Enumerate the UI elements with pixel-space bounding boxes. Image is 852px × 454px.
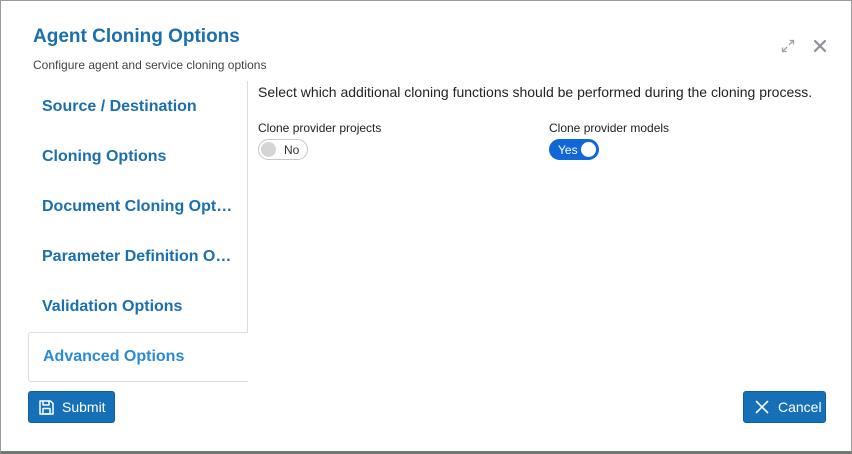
toggle-value: No xyxy=(284,143,300,157)
x-icon xyxy=(753,398,771,416)
clone-provider-models-toggle[interactable]: Yes xyxy=(549,139,599,160)
sidebar-item-label: Advanced Options xyxy=(43,348,185,365)
submit-label: Submit xyxy=(62,399,106,415)
sidebar-item-label: Cloning Options xyxy=(42,148,167,165)
submit-button[interactable]: Submit xyxy=(28,391,115,423)
sidebar-item-advanced-options[interactable]: Advanced Options xyxy=(28,332,249,382)
dialog-title: Agent Cloning Options xyxy=(33,26,240,47)
clone-provider-models-label: Clone provider models xyxy=(549,121,670,135)
panel-description: Select which additional cloning function… xyxy=(258,84,813,100)
save-icon xyxy=(37,398,55,416)
dialog-subtitle: Configure agent and service cloning opti… xyxy=(33,58,267,72)
advanced-options-panel: Select which additional cloning function… xyxy=(258,81,838,381)
sidebar-item-validation-options[interactable]: Validation Options xyxy=(28,282,248,332)
cancel-button[interactable]: Cancel xyxy=(743,391,826,423)
sidebar-item-label: Document Cloning Options xyxy=(42,198,234,215)
close-icon[interactable] xyxy=(810,36,830,56)
sidebar-item-label: Validation Options xyxy=(42,298,183,315)
clone-provider-projects-toggle[interactable]: No xyxy=(258,139,308,160)
cancel-label: Cancel xyxy=(778,399,822,415)
sidebar-item-cloning-options[interactable]: Cloning Options xyxy=(28,132,248,182)
toggle-knob xyxy=(261,142,276,157)
sidebar-item-label: Source / Destination xyxy=(42,98,197,115)
expand-icon[interactable] xyxy=(778,36,798,56)
sidebar-nav: Source / Destination Cloning Options Doc… xyxy=(28,81,249,382)
clone-provider-projects-label: Clone provider projects xyxy=(258,121,382,135)
sidebar-item-document-cloning-options[interactable]: Document Cloning Options xyxy=(28,182,248,232)
sidebar-item-label: Parameter Definition Options xyxy=(42,248,234,265)
agent-cloning-dialog: Agent Cloning Options Configure agent an… xyxy=(0,0,852,454)
toggle-knob xyxy=(581,142,596,157)
toggle-value: Yes xyxy=(558,143,578,157)
sidebar-item-parameter-definition-options[interactable]: Parameter Definition Options xyxy=(28,232,248,282)
sidebar-item-source-destination[interactable]: Source / Destination xyxy=(28,82,248,132)
